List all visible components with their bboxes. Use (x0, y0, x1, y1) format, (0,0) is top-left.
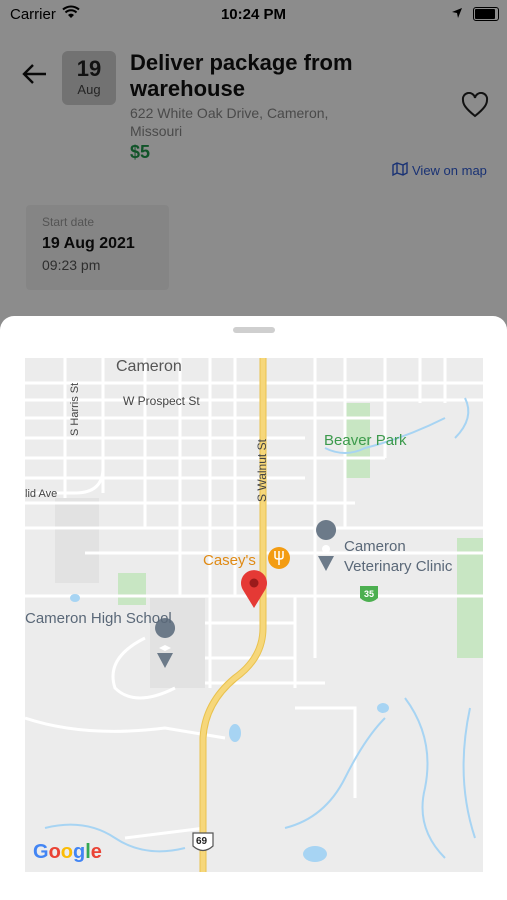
map-label-w-prospect: W Prospect St (123, 394, 200, 408)
campus-block (55, 498, 99, 583)
caseys-marker (268, 547, 290, 569)
map-label-s-walnut: S Walnut St (255, 439, 269, 502)
map-view[interactable]: Cameron W Prospect St S Harris St S Waln… (25, 358, 483, 872)
vet-clinic-marker (316, 520, 337, 571)
park-area (118, 573, 146, 605)
map-label-vet-clinic-line2: Veterinary Clinic (344, 558, 453, 575)
highway-casing (199, 358, 267, 872)
park-area-east (457, 538, 483, 658)
map-label-beaver-park: Beaver Park (324, 432, 407, 449)
map-label-cameron: Cameron (116, 358, 182, 375)
map-label-high-school: Cameron High School (25, 610, 172, 627)
ponds (70, 594, 389, 862)
google-logo: Google (33, 841, 102, 863)
map-label-lid-ave: lid Ave (25, 488, 58, 500)
map-label-s-harris: S Harris St (69, 382, 81, 436)
map-bottom-sheet: Cameron W Prospect St S Harris St S Waln… (0, 316, 507, 900)
route-35-label: 35 (364, 589, 375, 599)
map-label-caseys: Casey's (203, 552, 256, 569)
route-69-label: 69 (196, 836, 208, 847)
sheet-drag-handle[interactable] (233, 327, 275, 333)
map-label-vet-clinic-line1: Cameron (344, 538, 406, 555)
highway-road (200, 358, 266, 872)
